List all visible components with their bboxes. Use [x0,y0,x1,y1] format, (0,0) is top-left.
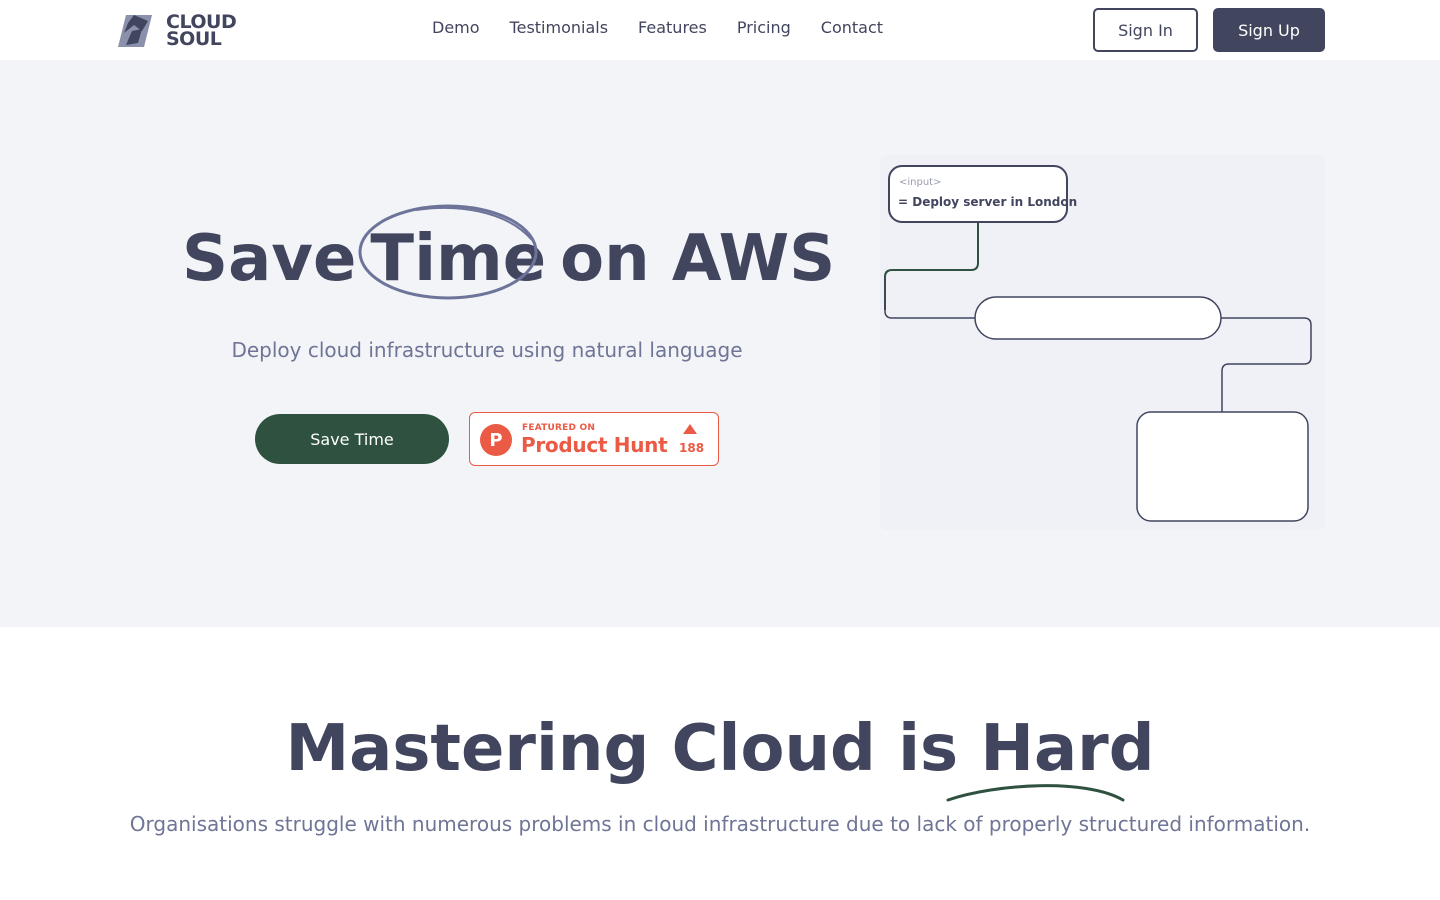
input-node-text: = Deploy server in London [898,195,1078,209]
hero-title-part1: Save [182,222,357,296]
product-hunt-featured-label: FEATURED ON [522,423,596,433]
nav-testimonials[interactable]: Testimonials [510,18,609,37]
workflow-diagram: <input> = Deploy server in London [880,155,1325,530]
logo-text-line2: SOUL [166,28,222,50]
save-time-button[interactable]: Save Time [255,414,449,464]
nav-demo[interactable]: Demo [432,18,480,37]
input-node-tag: <input> [899,177,942,188]
hero-title: Save Time on AWS [182,204,836,300]
hero-title-part2: on AWS [560,222,836,296]
brand-logo[interactable]: CLOUD SOUL [114,10,244,52]
nav-contact[interactable]: Contact [821,18,883,37]
product-hunt-name: Product Hunt [521,433,668,457]
hero-title-highlight: Time [358,204,546,300]
cloudsoul-logo-icon [118,15,152,47]
main-nav: Demo Testimonials Features Pricing Conta… [432,18,883,37]
diagram-node-middle [974,296,1222,340]
hero-subtitle: Deploy cloud infrastructure using natura… [231,338,743,362]
sign-up-button[interactable]: Sign Up [1213,8,1325,52]
product-hunt-upvote-count: 188 [679,441,705,455]
site-header: CLOUD SOUL Demo Testimonials Features Pr… [0,0,1440,60]
product-hunt-logo-icon: P [480,424,512,456]
section-title-part1: Mastering Cloud is [285,712,959,786]
nav-pricing[interactable]: Pricing [737,18,791,37]
section-subtitle: Organisations struggle with numerous pro… [129,812,1311,836]
section-title: Mastering Cloud is Hard [0,712,1440,786]
hero-section: Save Time on AWS Deploy cloud infrastruc… [0,60,1440,627]
hand-drawn-underline-icon [946,784,1125,802]
product-hunt-badge[interactable]: P FEATURED ON Product Hunt 188 [469,412,719,466]
section-title-highlight: Hard [980,712,1155,786]
diagram-node-output [1136,411,1309,522]
nav-features[interactable]: Features [638,18,707,37]
sign-in-button[interactable]: Sign In [1093,8,1198,52]
diagram-input-node: <input> = Deploy server in London [888,165,1077,223]
upvote-arrow-icon [683,424,697,434]
